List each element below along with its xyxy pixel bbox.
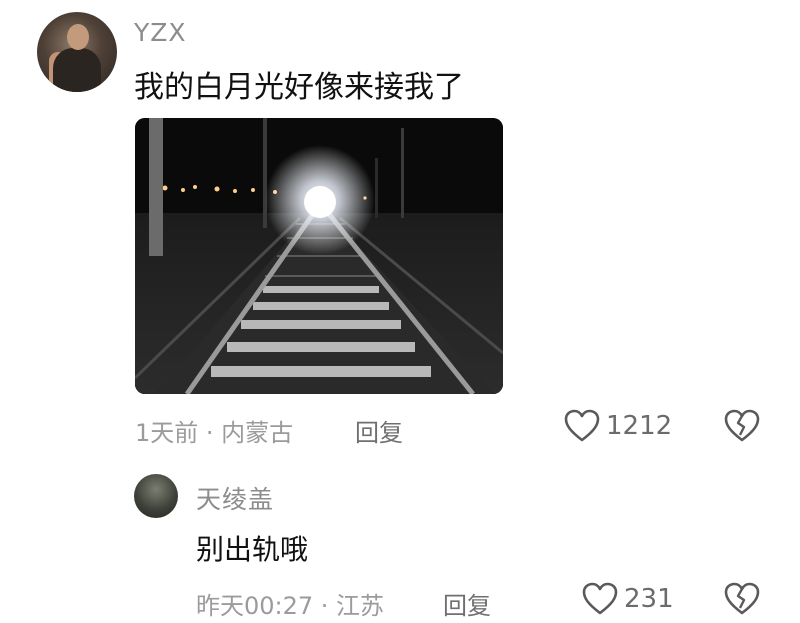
like-heart-icon[interactable] (564, 409, 600, 447)
avatar-figure-body (53, 48, 101, 92)
comment-image[interactable] (135, 118, 503, 394)
user-avatar[interactable] (37, 12, 117, 92)
comment-meta: 1天前 · 内蒙古 (135, 419, 294, 447)
reply-like-heart-icon[interactable] (582, 582, 618, 620)
reply-like-count: 231 (624, 584, 674, 614)
reply-meta: 昨天00:27 · 江苏 (196, 592, 385, 620)
reply-dislike-broken-heart-icon[interactable] (724, 582, 760, 620)
avatar-figure-head (67, 24, 89, 50)
reply-user-avatar[interactable] (134, 474, 178, 518)
dislike-broken-heart-icon[interactable] (724, 409, 760, 447)
reply-button[interactable]: 回复 (355, 413, 403, 448)
reply-text: 别出轨哦 (196, 533, 309, 566)
railway-night-photo (135, 118, 503, 394)
reply-reply-button[interactable]: 回复 (443, 586, 491, 621)
comment-like-count: 1212 (606, 411, 673, 441)
reply-username[interactable]: 天绫盖 (196, 480, 274, 516)
comment-text: 我的白月光好像来接我了 (134, 70, 464, 105)
comment-username[interactable]: YZX (134, 18, 187, 47)
